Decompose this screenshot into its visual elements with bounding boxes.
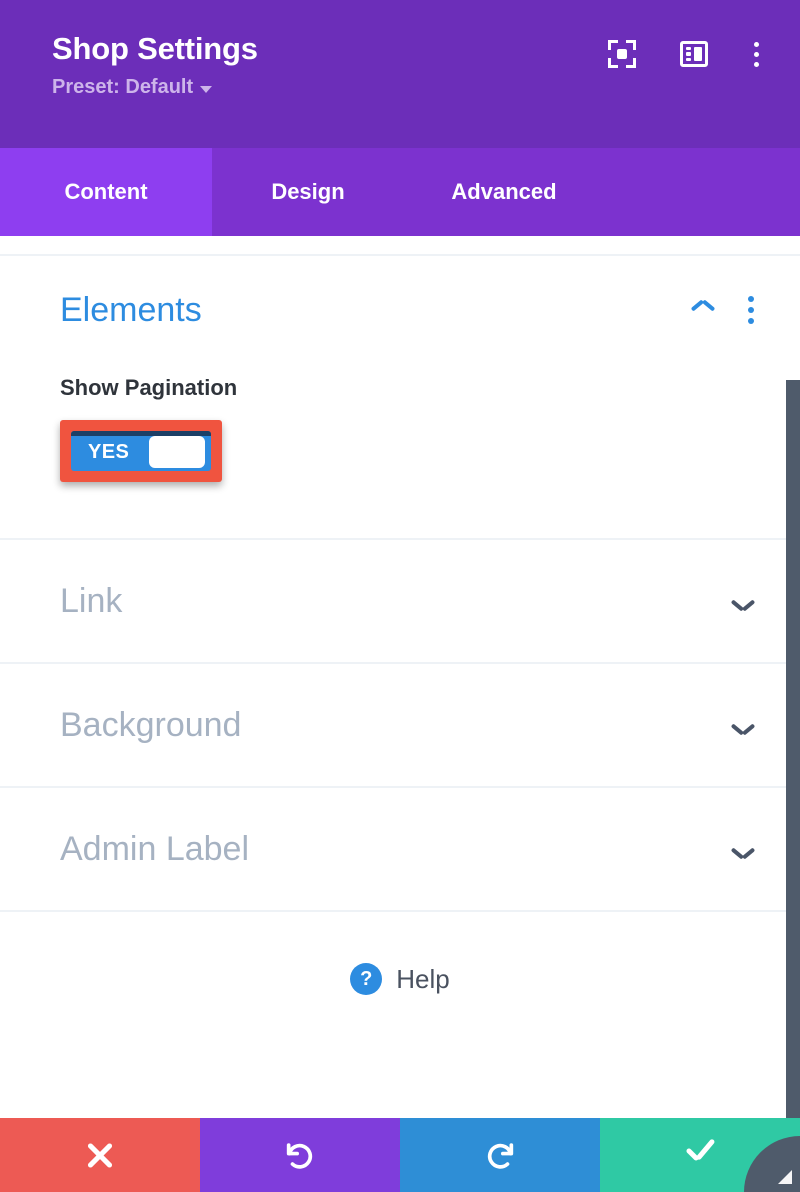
section-elements-title: Elements bbox=[60, 291, 202, 329]
toggle-value-label: YES bbox=[88, 441, 130, 463]
preset-label: Preset: Default bbox=[52, 76, 194, 98]
toggle-knob[interactable] bbox=[149, 436, 205, 468]
question-mark-icon[interactable]: ? bbox=[350, 963, 383, 995]
close-x-icon bbox=[85, 1140, 115, 1170]
section-elements-header[interactable]: Elements bbox=[0, 236, 800, 330]
field-show-pagination: Show Pagination YES bbox=[0, 330, 800, 482]
section-admin-label-header[interactable]: Admin Label bbox=[0, 788, 800, 910]
section-link-header[interactable]: Link bbox=[0, 540, 800, 662]
header-icon-group bbox=[608, 40, 760, 68]
toggle-highlight-box: YES bbox=[60, 420, 222, 482]
help-link[interactable]: ? Help bbox=[0, 912, 800, 1046]
panel-layout-icon[interactable] bbox=[680, 41, 708, 67]
modal-header: Shop Settings Preset: Default bbox=[0, 0, 800, 148]
section-background-title: Background bbox=[60, 706, 242, 744]
checkmark-icon bbox=[683, 1140, 717, 1170]
page-title: Shop Settings bbox=[52, 31, 258, 66]
section-background-header[interactable]: Background bbox=[0, 664, 800, 786]
tab-advanced[interactable]: Advanced bbox=[404, 148, 604, 236]
chevron-down-icon[interactable] bbox=[732, 843, 754, 855]
redo-button[interactable] bbox=[400, 1118, 600, 1192]
section-link: Link bbox=[0, 540, 800, 664]
focus-target-icon[interactable] bbox=[608, 40, 636, 68]
section-admin-label-title: Admin Label bbox=[60, 830, 250, 868]
divider bbox=[0, 910, 800, 912]
redo-icon bbox=[483, 1138, 517, 1172]
undo-button[interactable] bbox=[200, 1118, 400, 1192]
vertical-scrollbar[interactable] bbox=[786, 380, 800, 1118]
show-pagination-toggle[interactable]: YES bbox=[71, 431, 211, 471]
chevron-down-icon bbox=[200, 85, 213, 93]
section-link-title: Link bbox=[60, 582, 123, 620]
field-label-show-pagination: Show Pagination bbox=[60, 375, 238, 400]
chevron-down-icon[interactable] bbox=[732, 595, 754, 607]
chevron-down-icon[interactable] bbox=[732, 719, 754, 731]
help-label: Help bbox=[396, 963, 450, 994]
tab-bar: Content Design Advanced bbox=[0, 148, 800, 236]
chevron-up-icon[interactable] bbox=[692, 304, 714, 316]
undo-icon bbox=[283, 1138, 317, 1172]
tab-design[interactable]: Design bbox=[212, 148, 404, 236]
section-admin-label: Admin Label bbox=[0, 788, 800, 912]
settings-scroll-body: Elements Show Pagination YES Link Backgr… bbox=[0, 236, 800, 1118]
modal-action-bar bbox=[0, 1118, 800, 1192]
preset-selector[interactable]: Preset: Default bbox=[52, 74, 258, 100]
more-vertical-icon[interactable] bbox=[752, 40, 760, 68]
section-background: Background bbox=[0, 664, 800, 788]
tab-content[interactable]: Content bbox=[0, 148, 212, 236]
section-options-icon[interactable] bbox=[748, 296, 754, 324]
shop-settings-modal: Shop Settings Preset: Default Content De… bbox=[0, 0, 800, 1192]
section-elements: Elements Show Pagination YES bbox=[0, 236, 800, 540]
cancel-button[interactable] bbox=[0, 1118, 200, 1192]
